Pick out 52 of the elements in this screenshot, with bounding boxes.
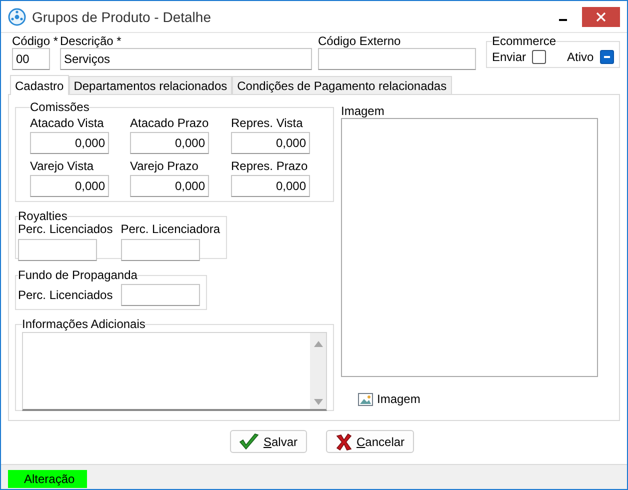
group-title: Comissões (30, 101, 90, 113)
checkbox-label: Enviar (492, 50, 526, 64)
text-area[interactable] (22, 332, 327, 411)
field-label: Código * (12, 34, 60, 48)
field-label: Código Externo (318, 34, 402, 48)
close-button[interactable] (582, 6, 620, 26)
field-label: Atacado Prazo (130, 116, 210, 130)
percent-field[interactable] (18, 239, 97, 261)
cross-icon (334, 432, 352, 450)
field-label: Perc. Licenciados (18, 288, 113, 302)
checkmark-icon (239, 432, 260, 450)
image-icon (358, 392, 373, 406)
group-title: Ecommerce (492, 35, 556, 47)
number-field[interactable]: 0,000 (130, 175, 209, 197)
app-icon (8, 8, 26, 26)
field-label: Atacado Vista (30, 116, 105, 130)
percent-field[interactable] (120, 284, 200, 306)
field-label: Perc. Licenciados (18, 222, 113, 236)
external-code-field[interactable] (318, 48, 476, 70)
number-field[interactable]: 0,000 (30, 175, 109, 197)
save-button[interactable]: Salvar (230, 430, 306, 453)
field-label: Descrição * (60, 34, 122, 48)
group-title: Informações Adicionais (22, 318, 146, 330)
checkbox-label: Ativo (567, 50, 594, 64)
field-label: Repres. Prazo (231, 159, 309, 173)
percent-field[interactable] (120, 239, 200, 261)
field-label: Perc. Licenciadora (120, 222, 220, 236)
group-title: Fundo de Propaganda (18, 269, 138, 281)
status-text: Alteração (8, 470, 87, 488)
tab[interactable]: Condições de Pagamento relacionadas (232, 76, 452, 94)
image-button[interactable]: Imagem (358, 392, 420, 406)
close-icon[interactable] (596, 12, 606, 22)
field-label: Varejo Prazo (130, 159, 200, 173)
description-field[interactable]: Serviços (60, 48, 312, 70)
checkbox[interactable] (532, 50, 546, 64)
window-title: Grupos de Produto - Detalhe (32, 8, 211, 24)
tab[interactable]: Cadastro (10, 75, 69, 95)
number-field[interactable]: 0,000 (130, 132, 209, 154)
scroll-up-icon[interactable] (314, 341, 322, 347)
scrollbar[interactable] (310, 333, 326, 409)
field-label: Imagem (341, 104, 386, 118)
group-title: Royalties (18, 210, 68, 222)
scroll-down-icon[interactable] (314, 399, 322, 405)
number-field[interactable]: 0,000 (231, 132, 310, 154)
field-label: Repres. Vista (231, 116, 304, 130)
field-label: Varejo Vista (30, 159, 95, 173)
number-field[interactable]: 0,000 (231, 175, 310, 197)
tab[interactable]: Departamentos relacionados (68, 76, 232, 94)
checkbox[interactable] (600, 50, 614, 64)
cancel-button[interactable]: Cancelar (326, 430, 414, 453)
code-field[interactable]: 00 (12, 48, 50, 70)
number-field[interactable]: 0,000 (30, 132, 109, 154)
